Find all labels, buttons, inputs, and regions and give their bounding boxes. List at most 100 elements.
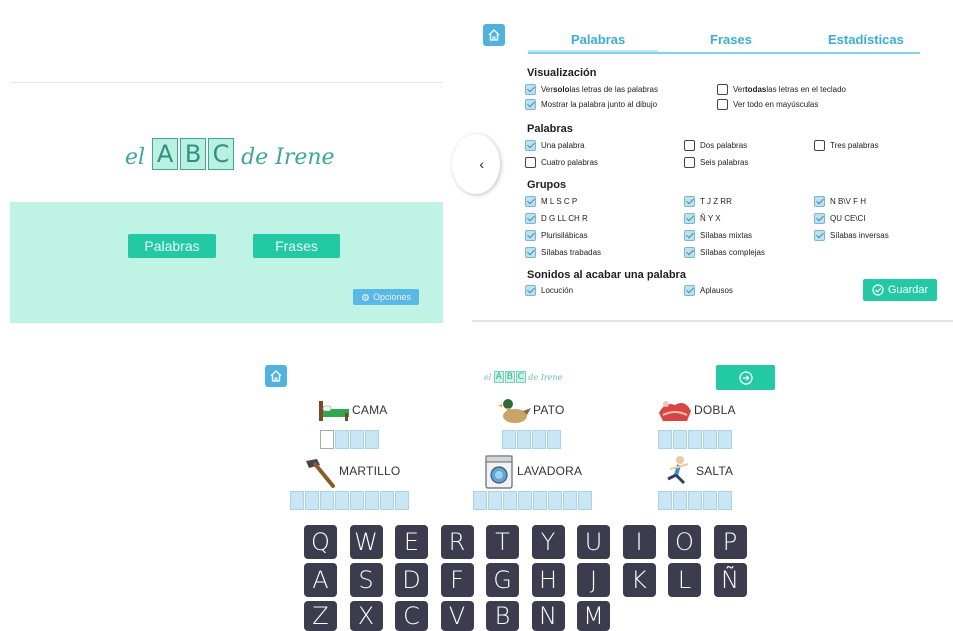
checkbox[interactable] [684,230,695,241]
letter-slot[interactable] [320,430,334,449]
answer-slots[interactable] [473,491,592,510]
checkbox[interactable] [525,84,536,95]
checkbox[interactable] [684,247,695,258]
letter-slot[interactable] [320,491,334,510]
option-cuatro-palabras[interactable]: Cuatro palabras [525,157,598,168]
option-group[interactable]: N B\V F H [814,196,866,207]
key-l[interactable]: L [668,563,701,597]
letter-slot[interactable] [335,491,349,510]
letter-slot[interactable] [305,491,319,510]
option-group[interactable]: Ñ Y X [684,213,721,224]
key-o[interactable]: O [668,525,701,559]
letter-slot[interactable] [350,430,364,449]
letter-slot[interactable] [673,430,687,449]
option-group[interactable]: Sílabas mixtas [684,230,752,241]
checkbox[interactable] [525,196,536,207]
letter-slot[interactable] [517,430,531,449]
frases-button[interactable]: Frases [253,234,340,258]
letter-slot[interactable] [365,491,379,510]
opciones-button[interactable]: Opciones [353,289,419,305]
letter-slot[interactable] [578,491,592,510]
checkbox[interactable] [684,157,695,168]
key-n[interactable]: N [531,601,565,631]
tab-frases[interactable]: Frases [710,32,752,47]
option-tres-palabras[interactable]: Tres palabras [814,140,879,151]
option-group[interactable]: QU CE\CI [814,213,866,224]
option-mostrar-palabra[interactable]: Mostrar la palabra junto al dibujo [525,99,657,110]
letter-slot[interactable] [718,491,732,510]
letter-slot[interactable] [548,491,562,510]
next-button[interactable] [716,365,775,390]
checkbox[interactable] [684,140,695,151]
key-p[interactable]: P [713,525,747,559]
key-j[interactable]: J [577,563,610,597]
letter-slot[interactable] [703,430,717,449]
letter-slot[interactable] [380,491,394,510]
guardar-button[interactable]: Guardar [863,279,937,301]
key-g[interactable]: G [486,563,519,597]
key-b[interactable]: B [486,601,519,631]
checkbox[interactable] [525,247,536,258]
option-una-palabra[interactable]: Una palabra [525,140,585,151]
key-e[interactable]: E [395,525,428,559]
letter-slot[interactable] [718,430,732,449]
option-ver-todas[interactable]: Ver todas las letras en el teclado [717,84,846,95]
key-q[interactable]: Q [304,525,337,559]
option-group[interactable]: Sílabas complejas [684,247,765,258]
key-r[interactable]: R [440,525,474,559]
letter-slot[interactable] [563,491,577,510]
option-ver-solo[interactable]: Ver solo las letras de las palabras [525,84,658,95]
checkbox[interactable] [525,99,536,110]
key-d[interactable]: D [395,563,428,597]
key-k[interactable]: K [622,563,656,597]
letter-slot[interactable] [488,491,502,510]
key-y[interactable]: Y [531,525,565,559]
key-h[interactable]: H [531,563,565,597]
checkbox[interactable] [717,99,728,110]
key-c[interactable]: C [395,601,428,631]
option-seis-palabras[interactable]: Seis palabras [684,157,748,168]
key-u[interactable]: U [577,525,610,559]
option-group[interactable]: Plurisilábicas [525,230,588,241]
option-mayusculas[interactable]: Ver todo en mayúsculas [717,99,818,110]
checkbox[interactable] [684,213,695,224]
option-group[interactable]: Sílabas inversas [814,230,889,241]
key-f[interactable]: F [440,563,474,597]
key-v[interactable]: V [440,601,474,631]
letter-slot[interactable] [703,491,717,510]
checkbox[interactable] [814,140,825,151]
letter-slot[interactable] [673,491,687,510]
checkbox[interactable] [525,285,536,296]
letter-slot[interactable] [395,491,409,510]
key-a[interactable]: A [304,563,337,597]
letter-slot[interactable] [658,430,672,449]
letter-slot[interactable] [365,430,379,449]
letter-slot[interactable] [473,491,487,510]
checkbox[interactable] [814,196,825,207]
checkbox[interactable] [717,84,728,95]
tab-palabras[interactable]: Palabras [571,32,625,47]
answer-slots[interactable] [658,430,732,449]
letter-slot[interactable] [502,430,516,449]
letter-slot[interactable] [532,430,546,449]
checkbox[interactable] [525,230,536,241]
letter-slot[interactable] [335,430,349,449]
letter-slot[interactable] [533,491,547,510]
option-locucion[interactable]: Locución [525,285,573,296]
back-button[interactable]: ‹ [452,134,500,194]
checkbox[interactable] [814,230,825,241]
key-w[interactable]: W [349,525,383,559]
key-s[interactable]: S [349,563,383,597]
answer-slots[interactable] [290,491,409,510]
option-group[interactable]: D G LL CH R [525,213,588,224]
checkbox[interactable] [684,285,695,296]
option-aplausos[interactable]: Aplausos [684,285,733,296]
option-group[interactable]: T J Z RR [684,196,732,207]
checkbox[interactable] [525,140,536,151]
option-dos-palabras[interactable]: Dos palabras [684,140,747,151]
answer-slots[interactable] [320,430,379,449]
letter-slot[interactable] [547,430,561,449]
key-z[interactable]: Z [304,601,337,631]
palabras-button[interactable]: Palabras [128,234,216,258]
option-group[interactable]: Sílabas trabadas [525,247,601,258]
